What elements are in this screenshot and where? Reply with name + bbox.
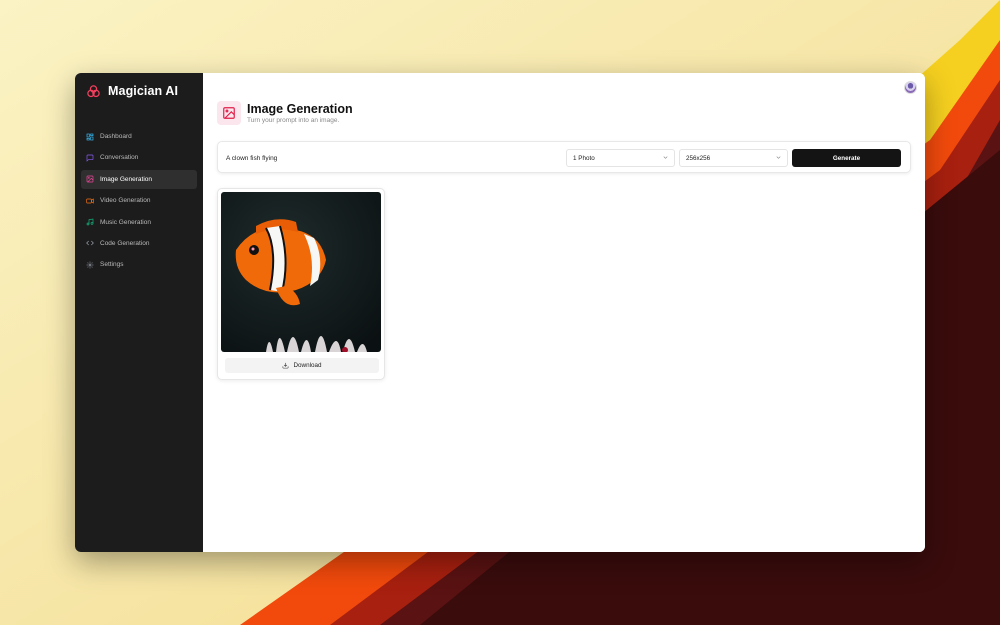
message-icon [86, 154, 94, 162]
sidebar-item-music-generation[interactable]: Music Generation [81, 213, 197, 232]
amount-select[interactable]: 1 Photo [566, 149, 675, 167]
prompt-form: 1 Photo 256x256 Generate [217, 141, 911, 173]
music-icon [86, 218, 94, 226]
sidebar-item-code-generation[interactable]: Code Generation [81, 234, 197, 253]
image-icon [86, 175, 94, 183]
page-header: Image Generation Turn your prompt into a… [217, 101, 353, 125]
sidebar-item-label: Dashboard [100, 133, 132, 140]
page-title: Image Generation [247, 102, 353, 116]
generated-image [221, 192, 381, 352]
sidebar-item-video-generation[interactable]: Video Generation [81, 191, 197, 210]
generate-button[interactable]: Generate [792, 149, 901, 167]
sidebar-item-label: Settings [100, 261, 124, 269]
image-icon [223, 107, 235, 119]
user-avatar[interactable] [904, 81, 917, 94]
app-window: Magician AI Dashboard Conversation Image… [75, 73, 925, 552]
chevron-down-icon [776, 156, 781, 159]
page-subtitle: Turn your prompt into an image. [247, 117, 340, 124]
sidebar-item-label: Code Generation [100, 239, 150, 247]
amount-select-value: 1 Photo [573, 154, 595, 162]
video-icon [86, 198, 94, 204]
main-content: Image Generation Turn your prompt into a… [203, 73, 925, 552]
app-name: Magician AI [108, 84, 179, 98]
sidebar-item-settings[interactable]: Settings [81, 255, 197, 274]
sidebar-item-dashboard[interactable]: Dashboard [81, 127, 197, 146]
brand-logo[interactable]: Magician AI [81, 73, 197, 109]
sidebar: Magician AI Dashboard Conversation Image… [75, 73, 203, 552]
settings-icon [86, 261, 94, 269]
sidebar-item-conversation[interactable]: Conversation [81, 148, 197, 167]
chevron-down-icon [663, 156, 668, 159]
download-label: Download [293, 362, 322, 369]
prompt-input[interactable] [226, 150, 556, 166]
sidebar-item-label: Video Generation [100, 197, 151, 205]
download-button[interactable]: Download [225, 358, 379, 373]
sidebar-item-image-generation[interactable]: Image Generation [81, 169, 197, 189]
result-card: Download [217, 188, 385, 380]
page-icon-box [217, 101, 241, 125]
sidebar-item-label: Music Generation [100, 218, 151, 226]
resolution-select-value: 256x256 [686, 154, 711, 162]
sidebar-item-label: Image Generation [100, 175, 153, 183]
resolution-select[interactable]: 256x256 [679, 149, 788, 167]
logo-icon [87, 84, 100, 97]
sidebar-item-label: Conversation [100, 154, 139, 162]
download-icon [283, 362, 289, 369]
code-icon [86, 241, 94, 246]
dashboard-icon [86, 133, 94, 140]
